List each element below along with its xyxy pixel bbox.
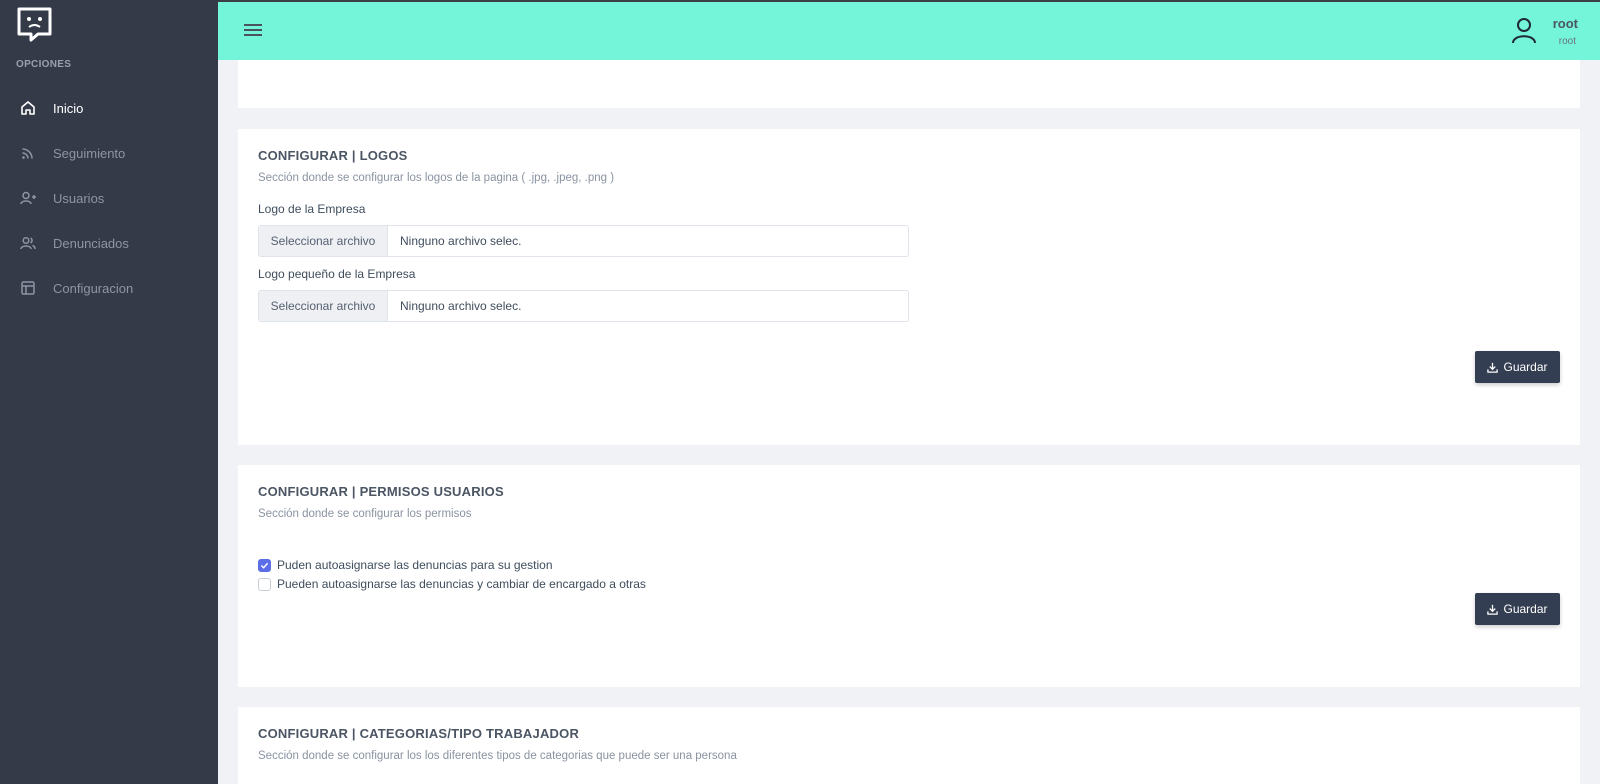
rss-icon — [20, 145, 36, 161]
select-file-button[interactable]: Seleccionar archivo — [259, 226, 388, 256]
categorias-subtitle: Sección donde se configurar los los dife… — [258, 750, 737, 762]
permiso-option[interactable]: Puden autoasignarse las denuncias para s… — [258, 558, 553, 572]
sidebar-item-usuarios[interactable]: Usuarios — [0, 178, 218, 218]
top-header: root root — [218, 0, 1600, 60]
file-status-text: Ninguno archivo selec. — [400, 234, 522, 248]
categorias-title: CONFIGURAR | CATEGORIAS/TIPO TRABAJADOR — [258, 726, 580, 741]
sidebar-item-denunciados[interactable]: Denunciados — [0, 223, 218, 263]
layout-icon — [20, 280, 36, 296]
permisos-save-button[interactable]: Guardar — [1475, 593, 1560, 625]
permisos-card: CONFIGURAR | PERMISOS USUARIOS Sección d… — [238, 465, 1580, 687]
sidebar-item-label: Denunciados — [53, 235, 129, 251]
previous-card — [238, 60, 1580, 108]
logo-pequeno-file-input[interactable]: Seleccionar archivo Ninguno archivo sele… — [258, 290, 909, 322]
user-avatar-icon[interactable] — [1510, 16, 1538, 44]
sidebar-item-label: Inicio — [53, 100, 84, 116]
sidebar-item-inicio[interactable]: Inicio — [0, 88, 218, 128]
user-plus-icon — [20, 190, 36, 206]
home-icon — [20, 100, 36, 116]
categorias-card: CONFIGURAR | CATEGORIAS/TIPO TRABAJADOR … — [238, 707, 1580, 784]
permiso-option[interactable]: Pueden autoasignarse las denuncias y cam… — [258, 577, 646, 591]
logo-pequeno-label: Logo pequeño de la Empresa — [258, 267, 416, 281]
sidebar-item-label: Usuarios — [53, 190, 105, 206]
checkbox-checked[interactable] — [258, 558, 271, 572]
select-file-button[interactable]: Seleccionar archivo — [259, 291, 388, 321]
logos-card: CONFIGURAR | LOGOS Sección donde se conf… — [238, 129, 1580, 445]
logo-empresa-file-input[interactable]: Seleccionar archivo Ninguno archivo sele… — [258, 225, 909, 257]
users-icon — [20, 235, 36, 251]
menu-toggle-icon[interactable] — [244, 24, 262, 38]
logos-subtitle: Sección donde se configurar los logos de… — [258, 172, 615, 184]
sidebar-item-label: Configuracion — [53, 280, 134, 296]
download-icon — [1487, 362, 1499, 373]
user-name[interactable]: root — [1553, 16, 1578, 31]
sidebar-section-label: OPCIONES — [16, 59, 72, 70]
logos-title: CONFIGURAR | LOGOS — [258, 148, 408, 163]
sidebar-item-seguimiento[interactable]: Seguimiento — [0, 133, 218, 173]
permisos-title: CONFIGURAR | PERMISOS USUARIOS — [258, 484, 504, 499]
user-role: root — [1558, 36, 1576, 47]
app-logo-icon[interactable] — [16, 6, 53, 43]
checkbox-label: Pueden autoasignarse las denuncias y cam… — [277, 577, 646, 591]
checkbox-label: Puden autoasignarse las denuncias para s… — [277, 558, 553, 572]
sidebar-item-label: Seguimiento — [53, 145, 126, 161]
checkbox-unchecked[interactable] — [258, 577, 271, 591]
save-label: Guardar — [1503, 360, 1548, 374]
download-icon — [1487, 604, 1499, 615]
permisos-subtitle: Sección donde se configurar los permisos — [258, 508, 472, 520]
file-status-text: Ninguno archivo selec. — [400, 299, 522, 313]
save-label: Guardar — [1503, 602, 1548, 616]
sidebar-item-configuracion[interactable]: Configuracion — [0, 268, 218, 308]
sidebar: OPCIONES Inicio Seguimiento Usuarios Den… — [0, 0, 218, 784]
logos-save-button[interactable]: Guardar — [1475, 351, 1560, 383]
logo-empresa-label: Logo de la Empresa — [258, 202, 366, 216]
